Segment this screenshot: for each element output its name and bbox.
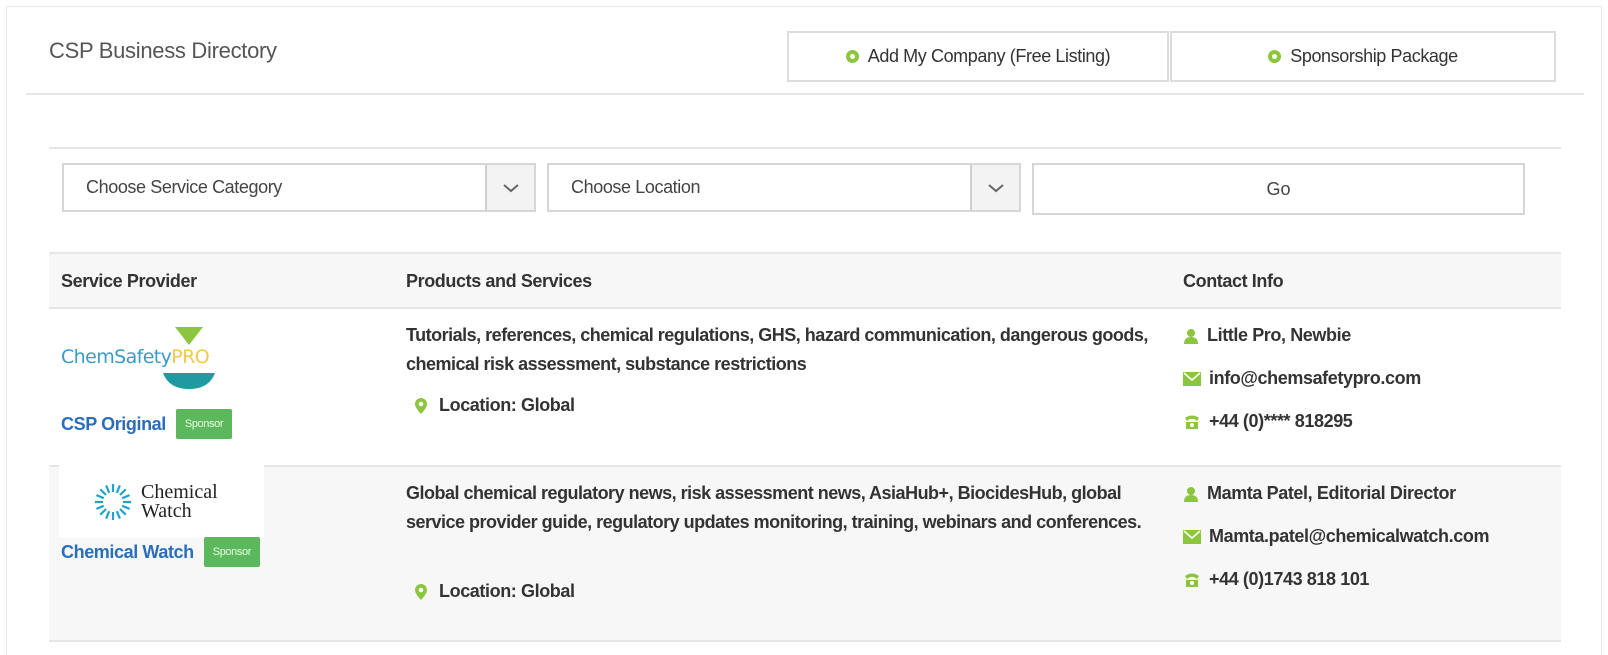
envelope-icon — [1183, 529, 1201, 544]
circle-dot-icon — [1268, 50, 1282, 63]
phone-icon — [1185, 573, 1199, 587]
sponsor-badge: Sponsor — [175, 409, 233, 439]
service-category-select[interactable]: Choose Service Category — [62, 163, 536, 212]
table-row: Chemical Watch Chemical Watch Sponsor Glo… — [49, 465, 1561, 642]
user-icon — [1184, 328, 1198, 344]
location-value: Choose Location — [571, 177, 701, 197]
provider-link-chemical-watch[interactable]: Chemical Watch Sponsor — [61, 537, 260, 567]
email-link[interactable]: Mamta.patel@chemicalwatch.com — [1209, 526, 1489, 547]
page-title: CSP Business Directory — [49, 38, 277, 63]
location-info: Location: Global — [415, 581, 575, 602]
location-text: Location: Global — [439, 581, 575, 601]
provider-name: CSP Original — [61, 413, 166, 434]
contact-info: Mamta Patel, Editorial Director Mamta.pa… — [1183, 472, 1489, 601]
phone-number: +44 (0)**** 818295 — [1209, 411, 1353, 431]
contact-info: Little Pro, Newbie info@chemsafetypro.co… — [1183, 314, 1421, 443]
chemical-watch-logo-text: Chemical Watch — [141, 480, 218, 522]
add-company-button[interactable]: Add My Company (Free Listing) — [787, 31, 1169, 82]
column-header-contact: Contact Info — [1183, 271, 1284, 291]
chemical-watch-logo[interactable]: Chemical Watch — [59, 465, 264, 538]
map-pin-icon — [415, 397, 427, 414]
user-icon — [1184, 486, 1198, 502]
envelope-icon — [1183, 371, 1201, 386]
table-row: ChemSafetyPRO CSP Original Sponsor Tutor… — [49, 309, 1561, 467]
sponsorship-label: Sponsorship Package — [1290, 46, 1458, 66]
chemsafetypro-logo[interactable]: ChemSafetyPRO — [59, 325, 239, 397]
chevron-down-icon[interactable] — [970, 165, 1019, 210]
divider — [49, 147, 1561, 149]
chevron-down-icon[interactable] — [485, 165, 534, 210]
column-header-services: Products and Services — [406, 271, 592, 291]
map-pin-icon — [415, 583, 427, 600]
services-text: Tutorials, references, chemical regulati… — [406, 325, 1148, 374]
table-header: Service Provider Products and Services C… — [49, 252, 1561, 309]
sunburst-icon — [95, 483, 131, 520]
sponsor-badge: Sponsor — [203, 537, 260, 567]
email-link[interactable]: info@chemsafetypro.com — [1209, 368, 1421, 389]
location-select[interactable]: Choose Location — [547, 163, 1021, 212]
contact-name: Little Pro, Newbie — [1207, 325, 1351, 345]
sponsorship-button[interactable]: Sponsorship Package — [1170, 31, 1556, 82]
divider — [26, 93, 1584, 95]
phone-icon — [1185, 415, 1199, 429]
directory-table: Service Provider Products and Services C… — [49, 252, 1561, 642]
column-header-provider: Service Provider — [61, 271, 197, 291]
location-info: Location: Global — [415, 395, 575, 416]
phone-number: +44 (0)1743 818 101 — [1209, 569, 1370, 589]
svg-text:ChemSafetyPRO: ChemSafetyPRO — [61, 346, 209, 368]
contact-name: Mamta Patel, Editorial Director — [1207, 483, 1456, 503]
service-category-value: Choose Service Category — [86, 177, 282, 197]
provider-link-csp[interactable]: CSP Original Sponsor — [61, 409, 233, 439]
provider-name: Chemical Watch — [61, 541, 194, 562]
location-text: Location: Global — [439, 395, 575, 415]
add-company-label: Add My Company (Free Listing) — [867, 46, 1111, 66]
services-text: Global chemical regulatory news, risk as… — [406, 483, 1142, 532]
circle-dot-icon — [845, 50, 859, 63]
go-button[interactable]: Go — [1032, 163, 1525, 215]
directory-panel: CSP Business Directory Add My Company (F… — [6, 6, 1602, 655]
